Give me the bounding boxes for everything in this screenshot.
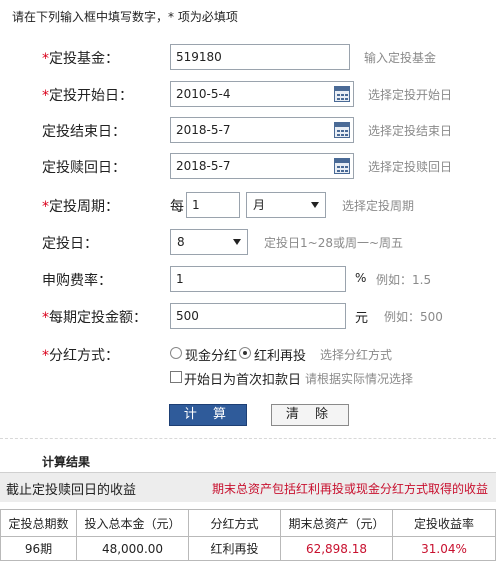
start-date-label: *定投开始日： (42, 88, 133, 104)
fee-rate-unit: % (355, 271, 367, 285)
reinvest-dividend-label: 红利再投 (254, 349, 307, 364)
redeem-date-hint: 选择定投赎回日 (368, 160, 453, 174)
final-assets-cell: 62,898.18 (280, 536, 393, 561)
amount-row: *每期定投金额： 500 元 例如：500 (0, 303, 496, 329)
results-summary-bar: 截止定投赎回日的收益 期末总资产包括红利再投或现金分红方式取得的收益 (0, 472, 496, 502)
column-header: 投入总本金（元） (76, 509, 189, 537)
redeem-date-row: 定投赎回日： 2018-5-7 选择定投赎回日 (0, 153, 496, 179)
chevron-down-icon (233, 239, 241, 245)
dividend-label: *分红方式： (42, 348, 119, 364)
end-date-row: 定投结束日： 2018-5-7 选择定投结束日 (0, 117, 496, 143)
invest-day-select[interactable]: 8 (170, 229, 248, 255)
results-summary-note: 期末总资产包括红利再投或现金分红方式取得的收益 (211, 482, 488, 496)
invest-day-label: 定投日： (42, 236, 98, 252)
cash-dividend-label: 现金分红 (185, 349, 238, 364)
dividend-hint: 选择分红方式 (320, 348, 393, 362)
end-date-label: 定投结束日： (42, 124, 126, 140)
chevron-down-icon (311, 202, 319, 208)
total-periods-cell: 96期 (0, 536, 77, 561)
fund-label: *定投基金： (42, 51, 119, 67)
amount-unit: 元 (355, 311, 369, 326)
calendar-icon[interactable] (334, 158, 350, 174)
total-principal-cell: 48,000.00 (76, 536, 189, 561)
cash-dividend-radio[interactable] (170, 347, 182, 359)
period-unit-select[interactable]: 月 (246, 192, 326, 218)
end-date-input[interactable]: 2018-5-7 (170, 117, 354, 143)
fund-row: *定投基金： 519180 输入定投基金 (0, 44, 496, 70)
fee-rate-hint: 例如：1.5 (376, 273, 432, 287)
column-header: 分红方式 (188, 509, 281, 537)
first-day-row: 开始日为首次扣款日 请根据实际情况选择 (0, 365, 496, 391)
results-summary-left: 截止定投赎回日的收益 (6, 483, 137, 498)
period-row: *定投周期： 每 1 月 选择定投周期 (0, 192, 496, 218)
redeem-date-input[interactable]: 2018-5-7 (170, 153, 354, 179)
results-title: 计算结果 (42, 455, 91, 469)
calculate-button[interactable]: 计 算 (169, 404, 247, 426)
fund-input[interactable]: 519180 (170, 44, 350, 70)
period-number-input[interactable]: 1 (186, 192, 240, 218)
fee-rate-input[interactable]: 1 (170, 266, 346, 292)
redeem-date-label: 定投赎回日： (42, 160, 126, 176)
calendar-icon[interactable] (334, 122, 350, 138)
amount-hint: 例如：500 (384, 310, 443, 324)
start-date-input[interactable]: 2010-5-4 (170, 81, 354, 107)
period-hint: 选择定投周期 (342, 199, 415, 213)
start-date-row: *定投开始日： 2010-5-4 选择定投开始日 (0, 81, 496, 107)
column-header: 期末总资产（元） (280, 509, 393, 537)
fee-rate-row: 申购费率： 1 % 例如：1.5 (0, 266, 496, 292)
start-date-hint: 选择定投开始日 (368, 88, 453, 102)
invest-day-hint: 定投日1~28或周一~周五 (264, 236, 404, 250)
fee-rate-label: 申购费率： (42, 273, 112, 289)
first-day-hint: 请根据实际情况选择 (305, 372, 414, 386)
amount-input[interactable]: 500 (170, 303, 346, 329)
period-prefix: 每 (170, 199, 184, 215)
column-header: 定投总期数 (0, 509, 77, 537)
column-header: 定投收益率 (392, 509, 496, 537)
table-row: 96期 48,000.00 红利再投 62,898.18 31.04% (0, 536, 496, 561)
first-day-checkbox[interactable] (170, 371, 182, 383)
results-table: 定投总期数 投入总本金（元） 分红方式 期末总资产（元） 定投收益率 96期 4… (0, 509, 496, 561)
period-label: *定投周期： (42, 199, 119, 215)
fund-hint: 输入定投基金 (364, 51, 437, 65)
amount-label: *每期定投金额： (42, 310, 147, 326)
clear-button[interactable]: 清 除 (271, 404, 349, 426)
invest-day-row: 定投日： 8 定投日1~28或周一~周五 (0, 229, 496, 255)
form-instruction: 请在下列输入框中填写数字，* 项为必填项 (12, 10, 238, 24)
end-date-hint: 选择定投结束日 (368, 124, 453, 138)
reinvest-dividend-radio[interactable] (239, 347, 251, 359)
dividend-method-cell: 红利再投 (188, 536, 281, 561)
table-header-row: 定投总期数 投入总本金（元） 分红方式 期末总资产（元） 定投收益率 (0, 509, 496, 537)
first-day-label: 开始日为首次扣款日 (184, 373, 302, 388)
dividend-row: *分红方式： 现金分红 红利再投 选择分红方式 (0, 341, 496, 367)
return-rate-cell: 31.04% (392, 536, 496, 561)
calendar-icon[interactable] (334, 86, 350, 102)
section-divider (0, 438, 496, 439)
